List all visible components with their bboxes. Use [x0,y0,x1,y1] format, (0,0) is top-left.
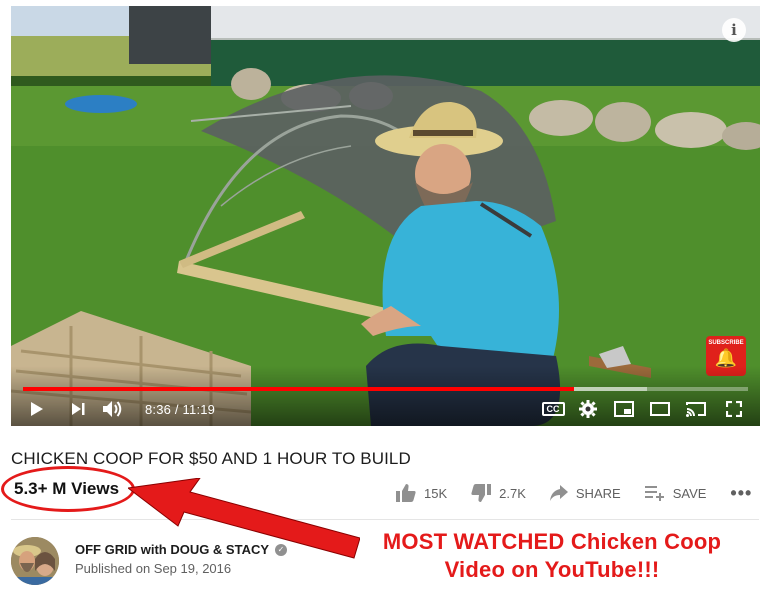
settings-icon [579,400,597,418]
theater-icon [650,402,670,416]
channel-avatar[interactable] [11,537,59,585]
more-icon: ••• [730,482,753,503]
play-icon [31,402,43,416]
more-actions-button[interactable]: ••• [730,483,752,504]
thumbs-down-icon [471,484,492,502]
dislike-count: 2.7K [499,485,526,501]
view-count: 5.3+ M Views [14,479,120,498]
miniplayer-icon [614,401,634,417]
annotation-callout: MOST WATCHED Chicken Coop Video on YouTu… [352,528,752,584]
dislike-button[interactable]: 2.7K [471,484,526,502]
time-separator: / [174,401,179,417]
buffered-range [574,387,647,391]
volume-icon [103,401,122,417]
info-icon[interactable]: i [722,18,746,42]
miniplayer-button[interactable] [606,396,642,422]
thumbs-up-icon [396,484,416,502]
captions-button[interactable]: CC [536,396,570,422]
video-frame [11,6,760,426]
like-count: 15K [424,485,448,501]
share-label: SHARE [575,485,621,501]
cast-icon [686,402,706,417]
play-button[interactable] [13,396,61,422]
annotation-line-1: MOST WATCHED Chicken Coop [382,529,722,554]
time-display: 8:36 / 11:19 [145,402,215,417]
video-actions: 15K 2.7K SHARE SAVE ••• [396,482,752,504]
settings-button[interactable] [570,396,606,422]
total-time: 11:19 [182,401,216,417]
player-controls: 8:36 / 11:19 CC [11,396,760,422]
section-divider [11,519,759,520]
next-icon [72,403,85,415]
current-time: 8:36 [145,401,172,417]
share-button[interactable]: SHARE [549,485,621,501]
cast-button[interactable] [678,396,714,422]
share-icon [549,485,568,501]
save-button[interactable]: SAVE [644,485,707,501]
played-range [23,387,574,391]
save-playlist-icon [644,486,664,501]
fullscreen-icon [726,401,742,417]
next-button[interactable] [61,396,95,422]
progress-bar[interactable] [23,387,748,391]
theater-mode-button[interactable] [642,396,678,422]
save-label: SAVE [672,485,707,501]
volume-button[interactable] [95,396,131,422]
avatar-image [11,537,59,585]
like-button[interactable]: 15K [396,484,447,502]
fullscreen-button[interactable] [714,396,754,422]
publish-date: Published on Sep 19, 2016 [75,561,232,576]
red-arrow-annotation [128,478,360,559]
annotation-line-2: Video on YouTube!!! [444,557,660,582]
video-player[interactable]: i SUBSCRIBE 🔔 8:36 / 11:19 CC [11,6,760,426]
cc-icon: CC [541,402,565,416]
